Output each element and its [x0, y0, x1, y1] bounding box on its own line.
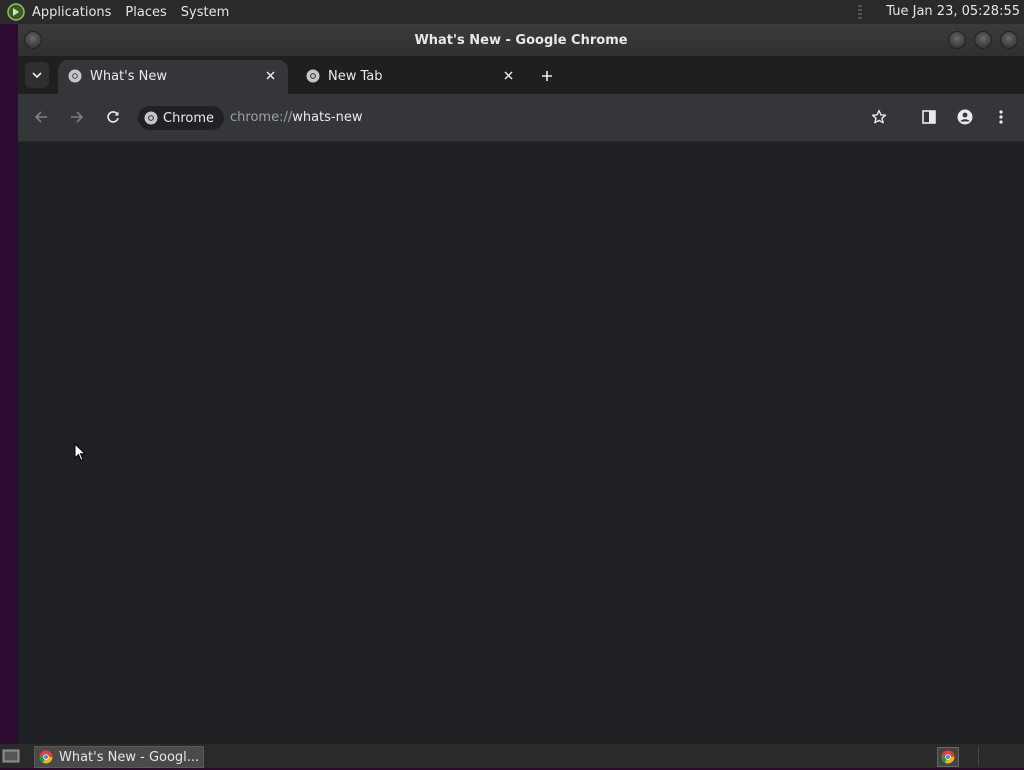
- chrome-icon: [68, 69, 82, 83]
- star-icon: [871, 109, 887, 124]
- distro-logo-icon[interactable]: [7, 3, 25, 21]
- panel-clock[interactable]: Tue Jan 23, 05:28:55: [886, 4, 1020, 19]
- applications-menu[interactable]: Applications: [32, 5, 111, 20]
- url-text[interactable]: chrome://whats-new: [230, 110, 362, 125]
- desktop-background: [0, 24, 18, 744]
- taskbar-window-label: What's New - Googl...: [59, 749, 200, 765]
- more-vertical-icon: [999, 110, 1003, 124]
- profile-button[interactable]: [954, 106, 976, 128]
- tab-search-button[interactable]: [25, 62, 49, 88]
- bookmark-star-button[interactable]: [868, 106, 890, 128]
- reload-icon: [107, 111, 119, 123]
- tab-label: What's New: [90, 69, 167, 84]
- tab-whats-new[interactable]: What's New: [58, 60, 288, 94]
- chrome-icon: [39, 750, 53, 764]
- page-content[interactable]: [18, 142, 1024, 744]
- reload-button[interactable]: [102, 106, 124, 128]
- chrome-menu-button[interactable]: [990, 106, 1012, 128]
- chevron-down-icon: [32, 72, 42, 78]
- chrome-window: What's New - Google Chrome What's New Ne…: [18, 24, 1024, 744]
- close-icon: [503, 70, 513, 80]
- close-window-button[interactable]: [1000, 31, 1018, 49]
- tab-close-button[interactable]: [262, 67, 278, 83]
- url-scheme: chrome://: [230, 110, 293, 125]
- places-menu[interactable]: Places: [125, 5, 166, 20]
- tray-separator: [978, 746, 979, 766]
- tab-new-tab[interactable]: New Tab: [296, 60, 526, 94]
- top-panel: Applications Places System Tue Jan 23, 0…: [0, 0, 1024, 24]
- system-menu[interactable]: System: [181, 5, 229, 20]
- chrome-icon: [941, 750, 955, 764]
- browser-toolbar: Chrome chrome://whats-new: [18, 94, 1024, 142]
- arrow-left-icon: [34, 111, 47, 123]
- tab-strip: What's New New Tab: [18, 56, 1024, 94]
- arrow-right-icon: [71, 111, 84, 123]
- omnibox[interactable]: Chrome chrome://whats-new: [134, 102, 904, 134]
- site-chip-label: Chrome: [163, 110, 214, 126]
- tab-label: New Tab: [328, 69, 383, 84]
- mouse-cursor-icon: [74, 443, 86, 462]
- account-icon: [957, 109, 973, 125]
- close-icon: [265, 70, 275, 80]
- maximize-button[interactable]: [974, 31, 992, 49]
- side-panel-button[interactable]: [918, 106, 940, 128]
- new-tab-button[interactable]: [538, 67, 556, 85]
- bottom-taskbar: What's New - Googl...: [0, 744, 1024, 768]
- window-titlebar[interactable]: What's New - Google Chrome: [18, 24, 1024, 56]
- show-desktop-icon[interactable]: [2, 748, 20, 764]
- panel-grip[interactable]: [858, 5, 862, 19]
- taskbar-window-button[interactable]: What's New - Googl...: [34, 746, 204, 768]
- plus-icon: [542, 71, 552, 81]
- url-path: whats-new: [292, 110, 363, 125]
- tab-close-button[interactable]: [500, 67, 516, 83]
- site-info-chip[interactable]: Chrome: [138, 106, 224, 130]
- tray-chrome-icon[interactable]: [937, 747, 959, 767]
- window-title: What's New - Google Chrome: [414, 33, 628, 48]
- side-panel-icon: [922, 110, 936, 124]
- chrome-icon: [306, 69, 320, 83]
- forward-button[interactable]: [66, 106, 88, 128]
- minimize-button[interactable]: [948, 31, 966, 49]
- back-button[interactable]: [30, 106, 52, 128]
- chrome-icon: [144, 111, 158, 125]
